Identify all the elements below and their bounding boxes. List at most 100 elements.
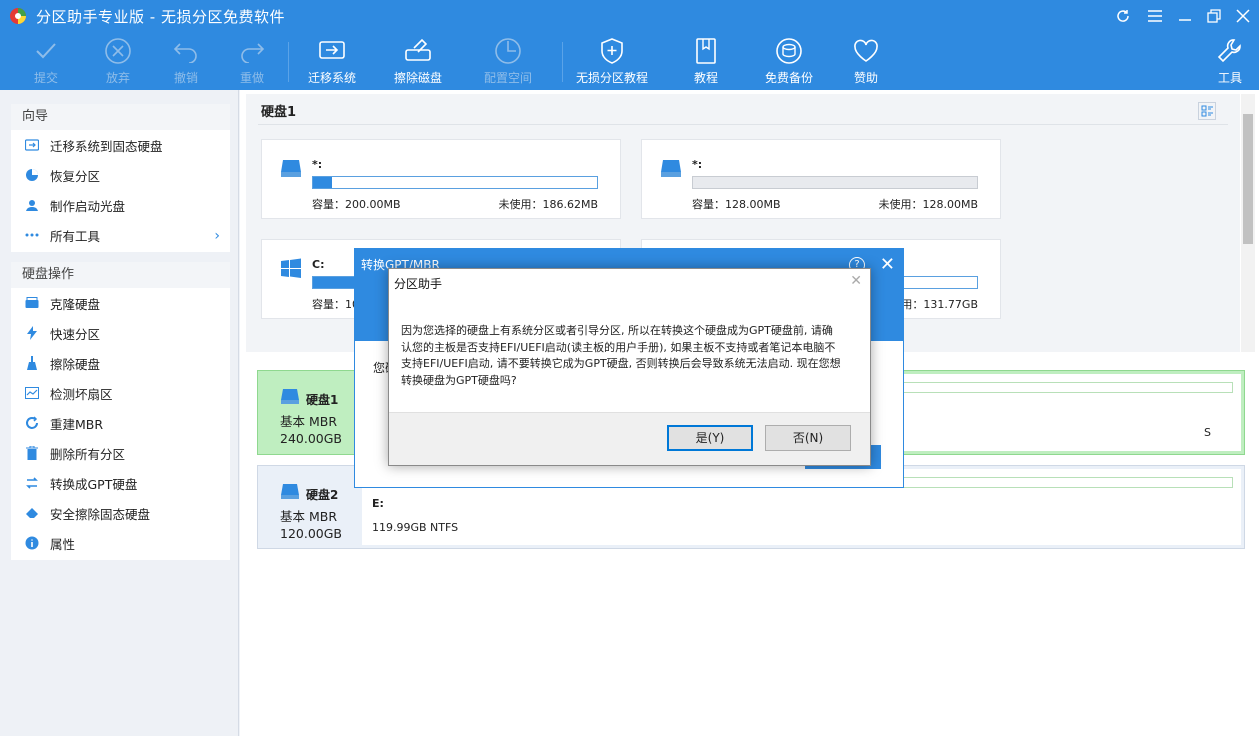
drive-icon <box>281 160 301 177</box>
yes-button[interactable]: 是(Y) <box>667 425 753 451</box>
close-button[interactable] <box>1230 4 1256 28</box>
sidebar-item-convert-gpt[interactable]: 转换成GPT硬盘 <box>11 468 230 498</box>
partition-name: *: <box>692 158 703 171</box>
lossless-tutorial-button[interactable]: 无损分区教程 <box>576 36 648 88</box>
partition-capacity: 容量：10 <box>312 298 359 311</box>
check-icon <box>36 43 56 59</box>
partition-info: 119.99GB NTFS <box>372 521 459 534</box>
undo-button[interactable]: 撤销 <box>170 36 202 88</box>
wipe-disk-button[interactable]: 擦除磁盘 <box>394 36 442 88</box>
restore-button[interactable] <box>1201 4 1227 28</box>
refresh-button[interactable] <box>1110 4 1136 28</box>
partition-card[interactable]: *: 容量：128.00MB 未使用：128.00MB <box>641 139 1001 219</box>
refresh-icon <box>1117 10 1129 22</box>
close-icon <box>1236 9 1250 23</box>
cancel-circle-icon <box>105 38 131 64</box>
sidebar-item-recover-partition[interactable]: 恢复分区 <box>11 160 230 190</box>
msgbox-close-icon[interactable]: ✕ <box>850 273 862 289</box>
confirm-message-box: 分区助手 ✕ 因为您选择的硬盘上有系统分区或者引导分区, 所以在转换这个硬盘成为… <box>388 268 871 466</box>
disk-size: 240.00GB <box>280 431 342 446</box>
partition-unused: 未使用：128.00MB <box>878 198 978 211</box>
windows-icon <box>281 258 301 278</box>
wizard-header: 向导 <box>11 104 230 130</box>
pie-clock-icon <box>495 38 521 64</box>
sidebar-item-label: 检测坏扇区 <box>50 386 113 402</box>
disk-view-title: 硬盘1 <box>261 105 297 120</box>
migrate-disk-icon <box>319 41 345 59</box>
drive-icon <box>281 484 299 499</box>
broom-icon <box>27 356 37 370</box>
disk-ops-header: 硬盘操作 <box>11 262 230 288</box>
sidebar-item-label: 属性 <box>50 536 76 552</box>
heart-icon <box>854 39 878 62</box>
minimize-button[interactable] <box>1172 4 1198 28</box>
sidebar-item-label: 制作启动光盘 <box>50 198 126 214</box>
sidebar-item-label: 重建MBR <box>50 416 104 432</box>
allocate-space-button[interactable]: 配置空间 <box>484 36 532 88</box>
restore-icon <box>1207 9 1221 23</box>
sidebar-item-secure-erase-ssd[interactable]: 安全擦除固态硬盘 <box>11 498 230 528</box>
drive-icon <box>281 389 299 404</box>
free-backup-button[interactable]: 免费备份 <box>765 36 813 88</box>
discard-button[interactable]: 放弃 <box>102 36 134 88</box>
sidebar-item-check-bad-sectors[interactable]: 检测坏扇区 <box>11 378 230 408</box>
sponsor-button[interactable]: 赞助 <box>850 36 882 88</box>
grid-icon <box>25 233 39 237</box>
left-panel: 向导 迁移系统到固态硬盘 恢复分区 制作启动光盘 所有工具 › 硬盘操作 克隆硬… <box>0 90 239 736</box>
book-icon <box>696 38 716 64</box>
scrollbar-thumb[interactable] <box>1243 114 1253 244</box>
partition-info: S <box>1204 426 1211 439</box>
lightning-icon <box>27 326 37 340</box>
sidebar-item-wipe-disk[interactable]: 擦除硬盘 <box>11 348 230 378</box>
chevron-right-icon: › <box>214 228 220 244</box>
sidebar-item-all-tools[interactable]: 所有工具 › <box>11 220 230 250</box>
view-toggle-button[interactable] <box>1198 102 1216 120</box>
no-button[interactable]: 否(N) <box>765 425 851 451</box>
sidebar-item-label: 恢复分区 <box>50 168 101 184</box>
sidebar-item-migrate-ssd[interactable]: 迁移系统到固态硬盘 <box>11 130 230 160</box>
rebuild-icon <box>26 416 38 429</box>
submit-button[interactable]: 提交 <box>30 36 62 88</box>
menu-button[interactable] <box>1142 4 1168 28</box>
migrate-os-button[interactable]: 迁移系统 <box>308 36 356 88</box>
sidebar-item-make-bootdisk[interactable]: 制作启动光盘 <box>11 190 230 220</box>
minimize-icon <box>1179 19 1191 21</box>
sidebar-item-clone-disk[interactable]: 克隆硬盘 <box>11 288 230 318</box>
usage-bar-fill <box>313 177 333 188</box>
wipe-disk-icon <box>405 38 431 61</box>
tutorial-button[interactable]: 教程 <box>690 36 722 88</box>
partition-name: C: <box>312 258 325 271</box>
tools-button[interactable]: 工具 <box>1214 36 1246 88</box>
dialog-close-icon[interactable]: ✕ <box>880 254 895 275</box>
wizard-box: 向导 迁移系统到固态硬盘 恢复分区 制作启动光盘 所有工具 › <box>11 104 230 252</box>
sidebar-item-delete-all-partitions[interactable]: 删除所有分区 <box>11 438 230 468</box>
partition-label: E: <box>372 497 384 510</box>
sidebar-item-label: 删除所有分区 <box>50 446 126 462</box>
drive-icon <box>661 160 681 177</box>
sidebar-item-label: 迁移系统到固态硬盘 <box>50 138 163 154</box>
partition-capacity: 容量：200.00MB <box>312 198 401 211</box>
menu-icon <box>1148 10 1162 22</box>
sidebar-item-properties[interactable]: 属性 <box>11 528 230 558</box>
top-bar: 分区助手专业版 - 无损分区免费软件 提交 放弃 撤销 重做 迁移系统 擦除磁盘… <box>0 0 1259 90</box>
redo-icon <box>241 43 265 63</box>
usage-bar <box>312 176 598 189</box>
trash-icon <box>26 446 38 460</box>
toolbar-separator <box>562 42 563 82</box>
undo-icon <box>173 43 197 63</box>
partition-card[interactable]: *: 容量：200.00MB 未使用：186.62MB <box>261 139 621 219</box>
vertical-scrollbar[interactable] <box>1241 94 1255 352</box>
usage-bar <box>692 176 978 189</box>
disk-type: 基本 MBR <box>280 509 338 524</box>
clone-icon <box>25 297 39 308</box>
list-view-icon <box>1201 105 1213 117</box>
partition-capacity: 容量：128.00MB <box>692 198 781 211</box>
sidebar-item-label: 克隆硬盘 <box>50 296 101 312</box>
divider <box>258 124 1228 125</box>
disk-size: 120.00GB <box>280 526 342 541</box>
sidebar-item-quick-partition[interactable]: 快速分区 <box>11 318 230 348</box>
redo-button[interactable]: 重做 <box>236 36 268 88</box>
title-bar: 分区助手专业版 - 无损分区免费软件 <box>0 0 1259 33</box>
sidebar-item-rebuild-mbr[interactable]: 重建MBR <box>11 408 230 438</box>
info-icon <box>25 536 39 550</box>
